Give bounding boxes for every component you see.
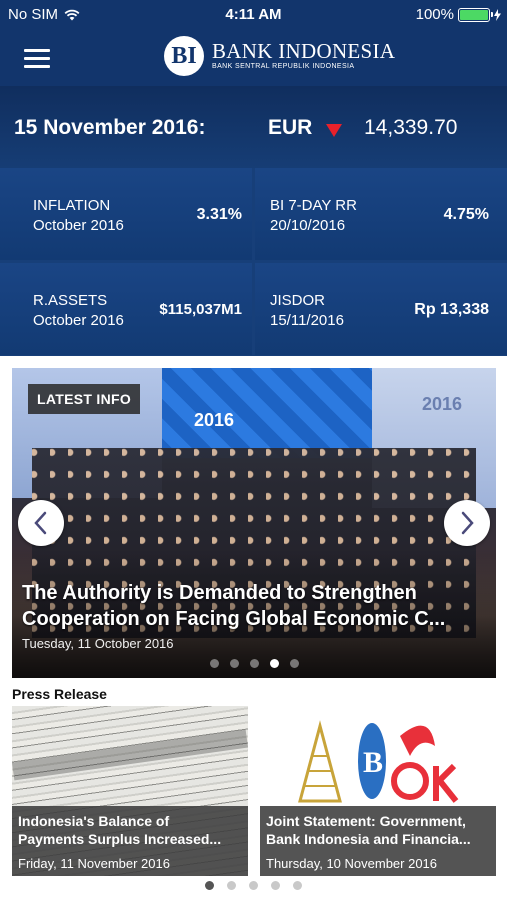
- nav-bar: BI BANK INDONESIA BANK SENTRAL REPUBLIK …: [0, 30, 507, 86]
- indicator-value: Rp 13,338: [414, 301, 489, 318]
- latest-info-badge: LATEST INFO: [28, 384, 141, 414]
- chevron-right-icon: [461, 511, 474, 535]
- chevron-left-icon: [34, 511, 47, 535]
- press-release-heading: Press Release: [12, 686, 107, 702]
- card-title-line: Joint Statement: Government,: [266, 813, 466, 829]
- charging-icon: [494, 8, 501, 21]
- indicator-label: R.ASSETS: [33, 292, 108, 309]
- indicator-label: INFLATION: [33, 197, 111, 214]
- page-dot[interactable]: [227, 881, 236, 890]
- page-dot[interactable]: [289, 659, 299, 668]
- battery-info: 100%: [416, 6, 501, 23]
- indicator-value: 3.31%: [196, 206, 242, 223]
- indicator-period: October 2016: [33, 217, 124, 234]
- press-release-pagination[interactable]: [0, 881, 507, 890]
- card-date: Friday, 11 November 2016: [18, 856, 170, 871]
- indicator-label: BI 7-DAY RR: [270, 197, 357, 214]
- bank-logo: BI BANK INDONESIA BANK SENTRAL REPUBLIK …: [164, 36, 395, 76]
- page-dot[interactable]: [249, 659, 259, 668]
- indicator-reserve-assets[interactable]: R.ASSETS October 2016 $115,037M1: [0, 263, 252, 355]
- page-dot-active[interactable]: [269, 659, 279, 668]
- indicator-value: 4.75%: [443, 206, 489, 223]
- indicator-period: October 2016: [33, 312, 124, 329]
- indicator-inflation[interactable]: INFLATION October 2016 3.31%: [0, 168, 252, 260]
- battery-icon: [458, 7, 493, 22]
- indicator-period: 15/11/2016: [270, 312, 344, 329]
- card-title-line: Indonesia's Balance of: [18, 813, 170, 829]
- indicator-grid: INFLATION October 2016 3.31% BI 7-DAY RR 2…: [0, 168, 507, 356]
- trend-down-icon: [326, 124, 342, 137]
- svg-text:B: B: [363, 746, 383, 779]
- latest-info-carousel[interactable]: 2016 2016 LATEST INFO The Authority is D…: [12, 368, 496, 678]
- exchange-rate-bar[interactable]: 15 November 2016: EUR 14,339.70: [0, 86, 507, 168]
- indicator-period: 20/10/2016: [270, 217, 346, 234]
- rate-value: 14,339.70: [364, 116, 458, 139]
- page-dot[interactable]: [293, 881, 302, 890]
- indicator-jisdor[interactable]: JISDOR 15/11/2016 Rp 13,338: [255, 263, 507, 355]
- institution-logos-icon: B: [298, 720, 459, 803]
- card-title-line: Payments Surplus Increased...: [18, 831, 222, 847]
- page-dot[interactable]: [209, 659, 219, 668]
- indicator-label: JISDOR: [270, 292, 326, 309]
- page-dot[interactable]: [271, 881, 280, 890]
- page-dot[interactable]: [229, 659, 239, 668]
- battery-percent: 100%: [415, 6, 454, 23]
- banner-year-label: 2016: [194, 410, 235, 430]
- rate-date: 15 November 2016:: [14, 116, 206, 139]
- press-release-card[interactable]: Indonesia's Balance of Payments Surplus …: [12, 706, 248, 876]
- hamburger-menu-icon[interactable]: [22, 46, 52, 70]
- rate-currency: EUR: [268, 116, 313, 139]
- indicator-bi-7-day-rr[interactable]: BI 7-DAY RR 20/10/2016 4.75%: [255, 168, 507, 260]
- card-title-line: Bank Indonesia and Financia...: [266, 831, 471, 847]
- bi-emblem-icon: BI: [164, 36, 204, 76]
- indicator-value: $115,037M1: [159, 301, 242, 318]
- status-bar: No SIM 4:11 AM 100%: [0, 0, 507, 30]
- card-date: Thursday, 10 November 2016: [266, 856, 438, 871]
- page-dot[interactable]: [249, 881, 258, 890]
- slide-date: Tuesday, 11 October 2016: [22, 636, 174, 651]
- next-slide-button[interactable]: [444, 500, 490, 546]
- press-release-card[interactable]: B Joint Statement: Government, Bank Indo…: [260, 706, 496, 876]
- carousel-pagination[interactable]: [12, 659, 496, 668]
- page-dot-active[interactable]: [205, 881, 214, 890]
- brand-title: BANK INDONESIA: [212, 39, 396, 63]
- brand-subtitle: BANK SENTRAL REPUBLIK INDONESIA: [212, 63, 355, 70]
- banner-year-label: 2016: [421, 394, 462, 414]
- slide-title[interactable]: The Authority is Demanded to Strengthen …: [22, 580, 488, 632]
- previous-slide-button[interactable]: [18, 500, 64, 546]
